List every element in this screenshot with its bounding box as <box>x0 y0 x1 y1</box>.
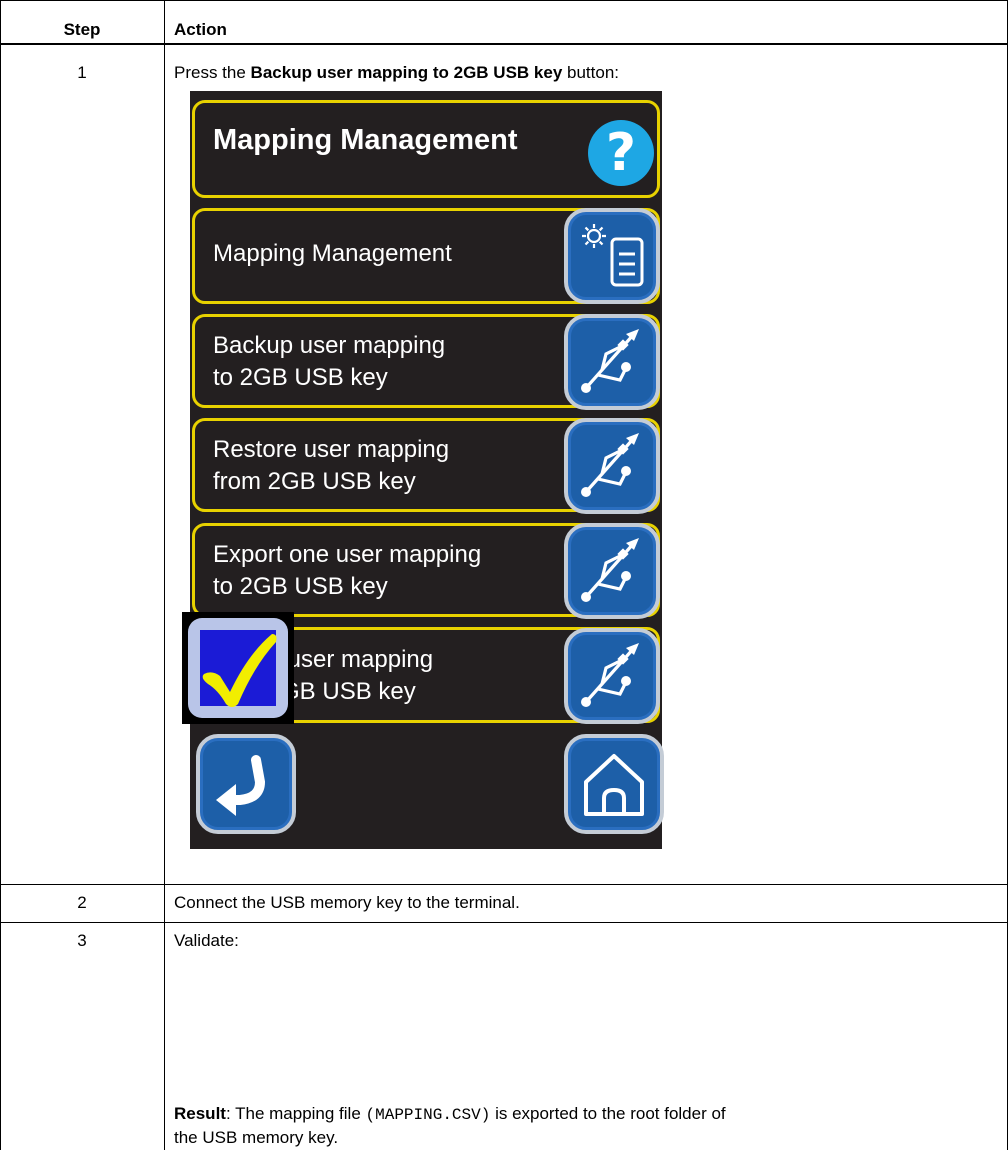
back-button[interactable] <box>196 734 296 834</box>
result-text: Result: The mapping file (MAPPING.CSV) i… <box>174 1104 726 1124</box>
usb-icon <box>581 643 639 707</box>
menu-item-label: Backup user mapping <box>213 332 446 359</box>
header-step: Step <box>63 20 101 39</box>
action-text: Connect the USB memory key to the termin… <box>174 893 520 912</box>
device-screen: Mapping Management ? Mapping Management … <box>190 91 664 849</box>
restore-usb-button[interactable] <box>564 418 660 514</box>
menu-item-label: Mapping Management <box>213 240 452 267</box>
menu-item-label: Restore user mapping <box>213 436 450 463</box>
checkmark-icon <box>202 634 277 707</box>
step-number: 3 <box>77 931 87 950</box>
backup-usb-button[interactable] <box>564 314 660 410</box>
export-usb-button[interactable] <box>564 523 660 619</box>
import-usb-button[interactable] <box>564 628 660 724</box>
question-mark-icon: ? <box>605 123 637 183</box>
header-divider <box>0 44 1008 45</box>
usb-icon <box>581 329 639 393</box>
screen-title: Mapping Management <box>213 124 518 156</box>
menu-item-label: Export one user mapping <box>213 541 482 568</box>
mapping-management-button[interactable] <box>564 208 660 304</box>
menu-item-label: to 2GB USB key <box>213 364 388 391</box>
row-divider <box>0 922 1008 923</box>
help-button[interactable]: ? <box>588 120 654 186</box>
header-action: Action <box>174 20 227 39</box>
usb-icon <box>581 433 639 497</box>
settings-document-icon <box>582 224 644 287</box>
step-number: 2 <box>77 893 87 912</box>
column-divider <box>164 0 165 1150</box>
step-number: 1 <box>77 63 87 82</box>
action-text: Validate: <box>174 931 239 950</box>
action-text: Press the Backup user mapping to 2GB USB… <box>174 63 620 82</box>
home-icon <box>584 754 644 816</box>
validate-button[interactable] <box>182 612 294 724</box>
home-button[interactable] <box>564 734 664 834</box>
menu-item-label: from 2GB USB key <box>213 468 416 495</box>
table-border-left <box>0 0 1 1150</box>
row-divider <box>0 884 1008 885</box>
usb-icon <box>581 538 639 602</box>
table-border-top <box>0 0 1008 1</box>
title-panel: Mapping Management ? <box>192 100 660 198</box>
result-text: the USB memory key. <box>174 1128 339 1147</box>
return-arrow-icon <box>216 755 266 816</box>
menu-item-label: to 2GB USB key <box>213 573 388 600</box>
